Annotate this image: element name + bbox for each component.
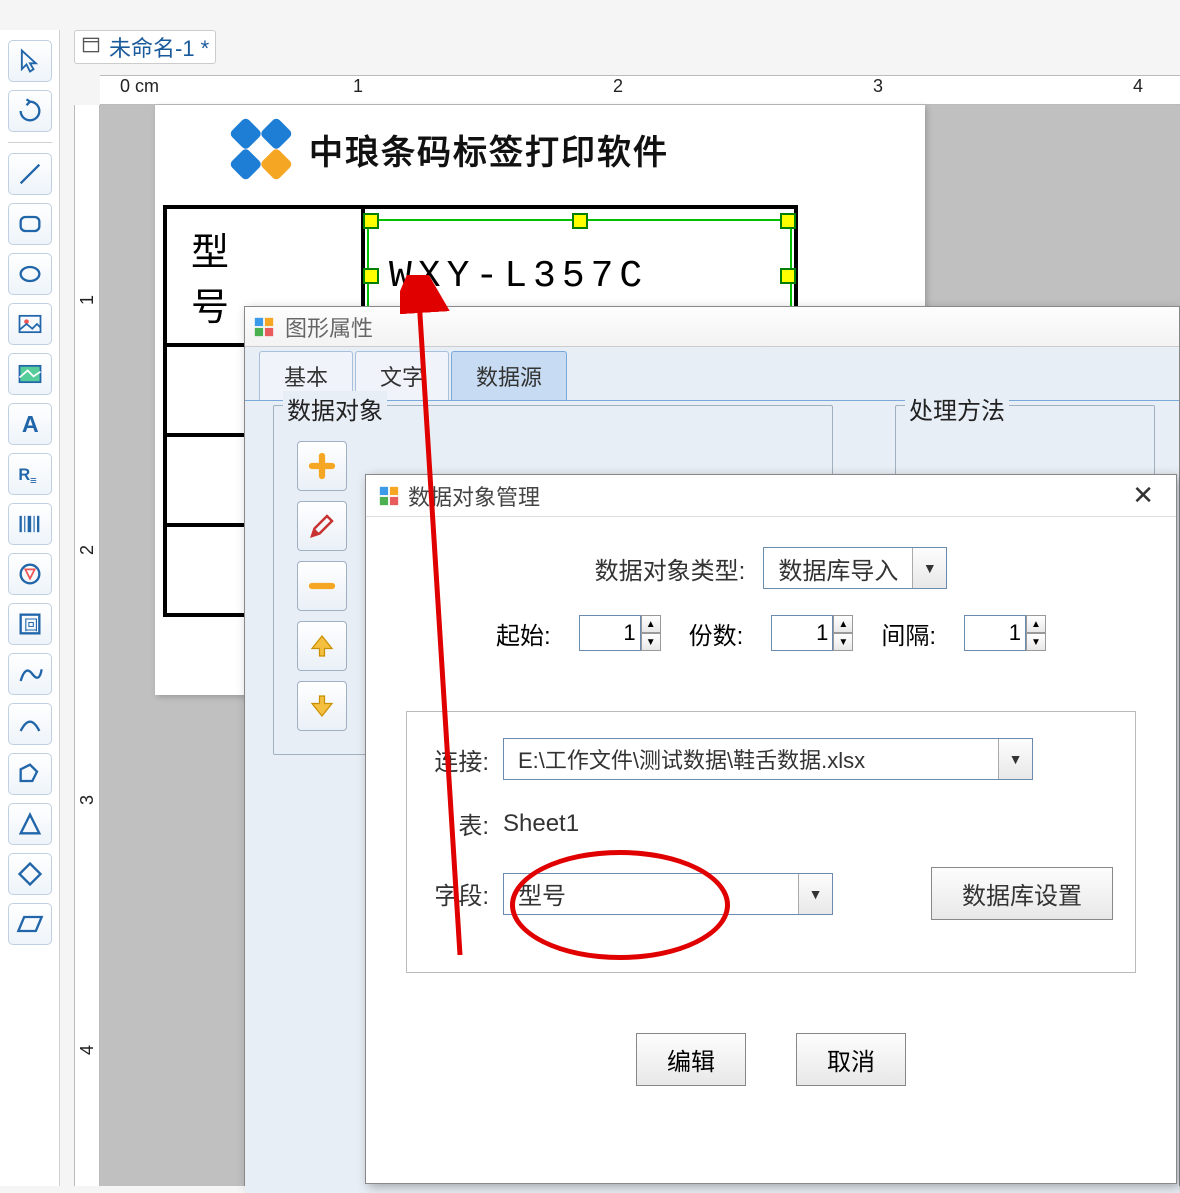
connect-label: 连接: (429, 742, 489, 777)
copies-spinner[interactable]: ▲▼ (771, 615, 853, 651)
line-tool[interactable] (8, 153, 52, 195)
dialog2-title: 数据对象管理 (408, 480, 540, 512)
svg-text:A: A (21, 411, 38, 437)
path-tool[interactable]: 回 (8, 603, 52, 645)
pointer-tool[interactable] (8, 40, 52, 82)
dialog2-icon (378, 485, 400, 507)
type-label: 数据对象类型: (595, 551, 746, 586)
svg-text:R: R (18, 466, 30, 484)
richtext-tool[interactable]: R≡ (8, 453, 52, 495)
chevron-down-icon: ▼ (998, 739, 1032, 779)
svg-text:回: 回 (24, 617, 38, 633)
interval-spinner[interactable]: ▲▼ (964, 615, 1046, 651)
table-label: 表: (429, 806, 489, 841)
cancel-button[interactable]: 取消 (796, 1033, 906, 1086)
app-logo-icon (225, 113, 297, 185)
barcode-tool[interactable] (8, 503, 52, 545)
data-object-label: 数据对象 (283, 391, 387, 426)
document-tab-title: 未命名-1 * (109, 31, 209, 63)
type-combo[interactable]: 数据库导入 ▼ (763, 547, 947, 589)
edit-data-button[interactable] (297, 501, 347, 551)
text-tool[interactable]: A (8, 403, 52, 445)
polygon-tool[interactable] (8, 753, 52, 795)
parallelogram-tool[interactable] (8, 903, 52, 945)
ruler-origin: 0 cm (120, 76, 159, 97)
connect-combo[interactable]: E:\工作文件\测试数据\鞋舌数据.xlsx ▼ (503, 738, 1033, 780)
field-label: 字段: (429, 876, 489, 911)
close-icon[interactable]: ✕ (1122, 476, 1164, 515)
field-combo[interactable]: 型号 ▼ (503, 873, 833, 915)
rounded-rect-tool[interactable] (8, 203, 52, 245)
dialog-icon (253, 316, 275, 338)
process-method-label: 处理方法 (905, 391, 1009, 426)
start-label: 起始: (496, 616, 551, 651)
move-up-button[interactable] (297, 621, 347, 671)
chevron-down-icon: ▼ (798, 874, 832, 914)
qrcode-tool[interactable] (8, 553, 52, 595)
dialog-titlebar[interactable]: 图形属性 (245, 307, 1179, 347)
diamond-tool[interactable] (8, 853, 52, 895)
document-tab[interactable]: 未命名-1 * (74, 30, 216, 64)
rotate-tool[interactable] (8, 90, 52, 132)
edit-button[interactable]: 编辑 (636, 1033, 746, 1086)
picture-tool[interactable] (8, 353, 52, 395)
triangle-tool[interactable] (8, 803, 52, 845)
move-down-button[interactable] (297, 681, 347, 731)
table-value: Sheet1 (503, 810, 579, 838)
tool-palette: A R≡ 回 (0, 30, 60, 1186)
start-spinner[interactable]: ▲▼ (579, 615, 661, 651)
vertical-ruler: 1 2 3 4 (74, 105, 100, 1186)
interval-label: 间隔: (881, 616, 936, 651)
dialog2-titlebar[interactable]: 数据对象管理 ✕ (366, 475, 1176, 517)
chevron-down-icon: ▼ (912, 548, 946, 588)
add-data-button[interactable] (297, 441, 347, 491)
curve-tool[interactable] (8, 653, 52, 695)
logo-header: 中琅条码标签打印软件 (225, 113, 669, 185)
copies-label: 份数: (689, 616, 744, 651)
tab-datasource[interactable]: 数据源 (451, 351, 567, 400)
app-logo-text: 中琅条码标签打印软件 (309, 125, 669, 174)
window-icon (81, 35, 101, 60)
data-object-manager-dialog[interactable]: 数据对象管理 ✕ 数据对象类型: 数据库导入 ▼ 起始: ▲▼ 份数: ▲▼ 间… (365, 474, 1177, 1184)
arc-tool[interactable] (8, 703, 52, 745)
db-settings-button[interactable]: 数据库设置 (931, 867, 1113, 920)
svg-text:≡: ≡ (30, 475, 37, 488)
horizontal-ruler: 0 cm 1 2 3 4 (100, 75, 1180, 105)
remove-data-button[interactable] (297, 561, 347, 611)
ellipse-tool[interactable] (8, 253, 52, 295)
image-tool[interactable] (8, 303, 52, 345)
dialog-title: 图形属性 (285, 311, 373, 343)
